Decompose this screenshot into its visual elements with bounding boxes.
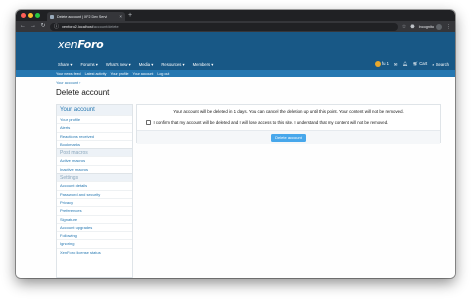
minimize-window-icon[interactable] xyxy=(28,13,33,18)
menu-icon[interactable]: ⋮ xyxy=(446,24,451,30)
sidebar-item-password-security[interactable]: Password and security xyxy=(57,189,132,198)
site-info-icon[interactable]: ⓘ xyxy=(54,23,59,30)
forward-icon[interactable]: → xyxy=(30,21,36,32)
sidebar-item-ignoring[interactable]: Ignoring xyxy=(57,239,132,247)
close-window-icon[interactable] xyxy=(21,13,26,18)
tab-title: Delete account | XF2 Dev Servi xyxy=(57,14,108,19)
url-text: xenforo2.localhost/account/delete xyxy=(62,24,119,29)
sidebar-section-post-macros: Post macros xyxy=(57,148,132,157)
page-title: Delete account xyxy=(56,88,110,97)
sidebar-item-privacy[interactable]: Privacy xyxy=(57,197,132,206)
reload-icon[interactable]: ↻ xyxy=(40,21,46,32)
subnav-log-out[interactable]: Log out xyxy=(157,72,169,76)
back-icon[interactable]: ← xyxy=(20,21,26,32)
account-sidebar: Your account Your profile Alerts Reactio… xyxy=(56,104,133,278)
page-content: Your account › Delete account Your accou… xyxy=(16,77,455,278)
browser-toolbar: ← → ↻ ⓘ xenforo2.localhost/account/delet… xyxy=(16,21,455,32)
delete-account-panel: Your account will be deleted in 1 days. … xyxy=(136,104,441,144)
incognito-indicator[interactable]: Incognito xyxy=(419,23,442,30)
subnav-your-profile[interactable]: Your profile xyxy=(110,72,128,76)
sidebar-item-preferences[interactable]: Preferences xyxy=(57,206,132,214)
search-link[interactable]: ⌕ Search xyxy=(432,62,449,67)
browser-tab[interactable]: Delete account | XF2 Dev Servi × xyxy=(47,12,125,21)
favicon-icon xyxy=(50,14,54,19)
cart-link[interactable]: 🛒︎ Cart xyxy=(413,61,427,67)
cart-icon: 🛒︎ xyxy=(412,61,419,66)
sidebar-heading[interactable]: Your account xyxy=(57,105,132,115)
browser-window: Delete account | XF2 Dev Servi × + ← → ↻… xyxy=(16,10,455,278)
star-icon[interactable]: ☆ xyxy=(402,24,406,30)
nav-tab-whats-new[interactable]: What's new ▾ xyxy=(102,60,135,70)
subnav-your-account[interactable]: Your account xyxy=(133,72,154,76)
alerts-icon[interactable]: 🔔︎ xyxy=(402,61,407,67)
sidebar-item-signature[interactable]: Signature xyxy=(57,214,132,223)
main-nav: Share ▾ Forums ▾ What's new ▾ Media ▾ Re… xyxy=(16,58,455,70)
sidebar-item-alerts[interactable]: Alerts xyxy=(57,123,132,131)
nav-tab-share[interactable]: Share ▾ xyxy=(54,60,76,70)
sidebar-item-account-details[interactable]: Account details xyxy=(57,181,132,189)
sidebar-item-account-upgrades[interactable]: Account upgrades xyxy=(57,222,132,231)
confirm-checkbox-row[interactable]: I confirm that my account will be delete… xyxy=(146,120,388,125)
sub-nav: Your news feed Latest activity Your prof… xyxy=(16,70,455,77)
sidebar-item-active-macros[interactable]: Active macros xyxy=(57,156,132,164)
sidebar-item-license-status[interactable]: XenForo license status xyxy=(57,247,132,256)
sidebar-item-bookmarks[interactable]: Bookmarks xyxy=(57,139,132,148)
incognito-icon xyxy=(436,23,442,30)
site-logo[interactable]: xenForo xyxy=(58,38,104,51)
subnav-news-feed[interactable]: Your news feed xyxy=(56,72,81,76)
tab-strip: Delete account | XF2 Dev Servi × + xyxy=(16,10,455,21)
search-icon: ⌕ xyxy=(432,61,435,67)
sidebar-item-inactive-macros[interactable]: Inactive macros xyxy=(57,164,132,173)
avatar xyxy=(374,61,381,67)
user-menu[interactable]: fu 1 xyxy=(374,61,389,67)
nav-tab-media[interactable]: Media ▾ xyxy=(135,60,158,70)
new-tab-button[interactable]: + xyxy=(128,11,132,20)
confirm-checkbox[interactable] xyxy=(146,120,151,125)
sidebar-item-reactions-received[interactable]: Reactions received xyxy=(57,131,132,140)
confirm-label: I confirm that my account will be delete… xyxy=(153,120,389,125)
maximize-window-icon[interactable] xyxy=(35,13,40,18)
site-header: xenForo xyxy=(16,32,455,58)
subnav-latest-activity[interactable]: Latest activity xyxy=(85,72,107,76)
sidebar-item-following[interactable]: Following xyxy=(57,231,132,239)
tab-close-icon[interactable]: × xyxy=(119,14,122,19)
form-button-row: Delete account xyxy=(137,130,440,144)
address-bar[interactable]: ⓘ xenforo2.localhost/account/delete xyxy=(50,22,398,31)
delete-account-button[interactable]: Delete account xyxy=(271,133,306,142)
deletion-notice: Your account will be deleted in 1 days. … xyxy=(173,109,404,114)
user-nav: fu 1 ✉ 🔔︎ 🛒︎ Cart ⌕ Search xyxy=(374,59,449,69)
breadcrumb[interactable]: Your account › xyxy=(56,81,80,85)
inbox-icon[interactable]: ✉ xyxy=(394,62,398,67)
extension-icon[interactable]: ⬣ xyxy=(410,24,414,30)
nav-tab-forums[interactable]: Forums ▾ xyxy=(76,60,101,70)
nav-tab-resources[interactable]: Resources ▾ xyxy=(157,60,188,70)
sidebar-section-settings: Settings xyxy=(57,173,132,182)
sidebar-item-your-profile[interactable]: Your profile xyxy=(57,115,132,123)
nav-tab-members[interactable]: Members ▾ xyxy=(189,60,218,70)
